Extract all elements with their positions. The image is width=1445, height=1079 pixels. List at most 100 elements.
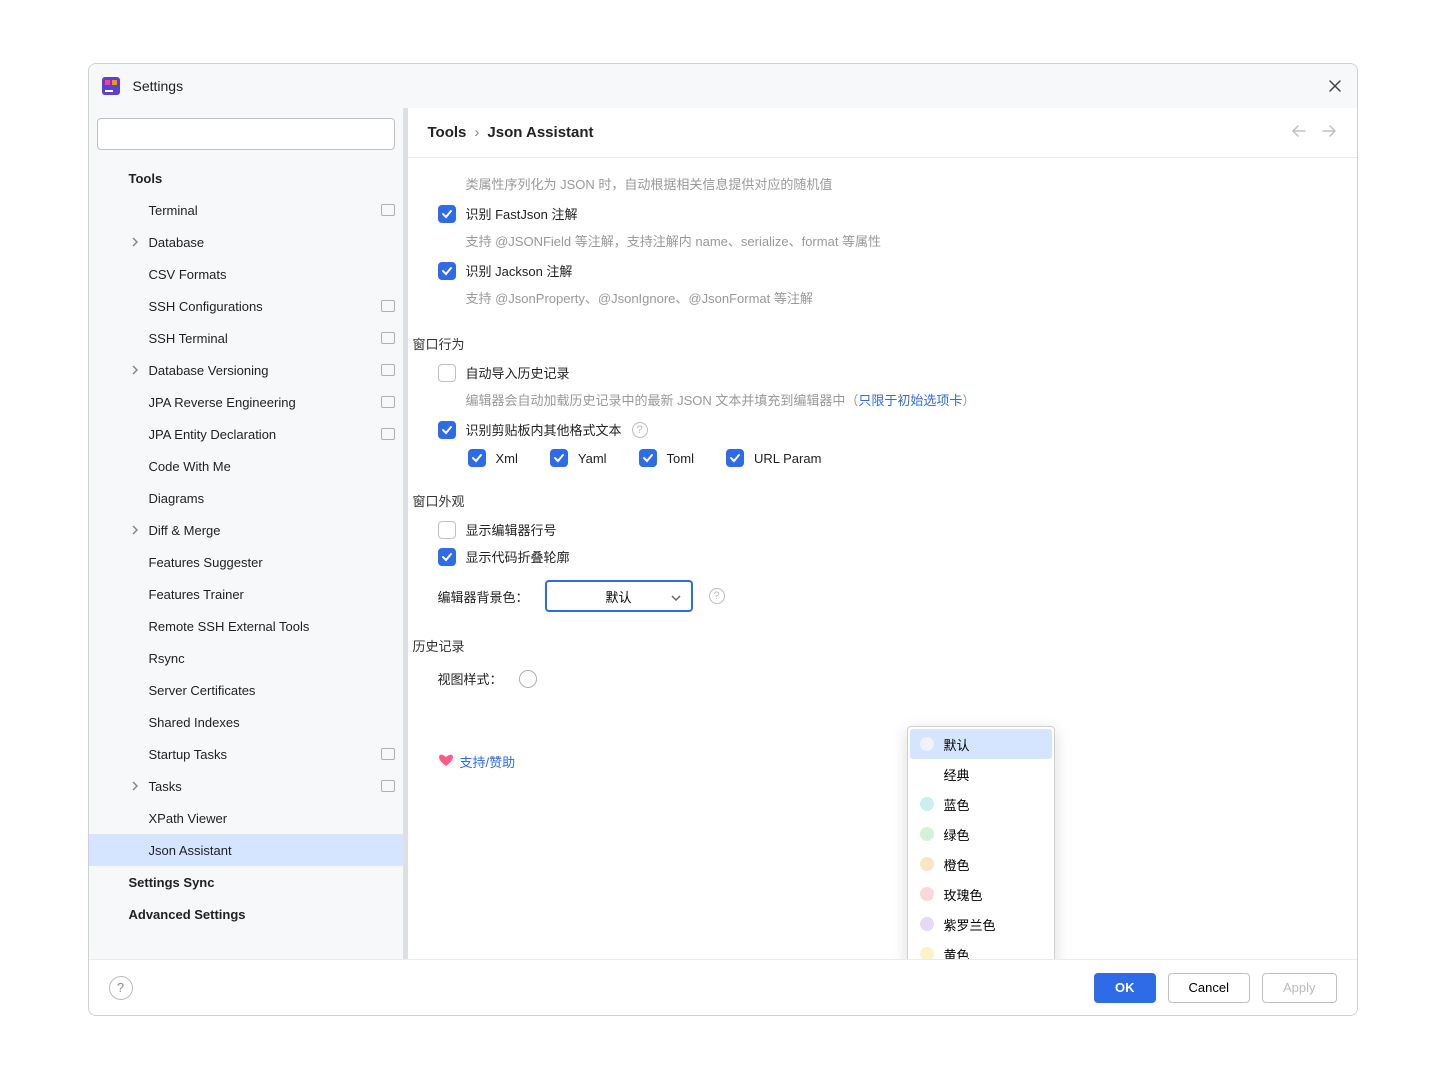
sidebar-item-label: Advanced Settings: [129, 907, 246, 922]
jackson-checkbox[interactable]: [438, 262, 456, 280]
help-icon[interactable]: ?: [709, 588, 725, 604]
sidebar-item-label: Features Trainer: [149, 587, 244, 602]
sidebar-item-database[interactable]: Database: [89, 226, 403, 258]
sidebar-item-label: Settings Sync: [129, 875, 215, 890]
dropdown-item-玫瑰色[interactable]: 玫瑰色: [910, 879, 1052, 909]
sidebar-item-ssh-configurations[interactable]: SSH Configurations: [89, 290, 403, 322]
sidebar-item-label: Diff & Merge: [149, 523, 221, 538]
help-button[interactable]: ?: [109, 976, 133, 1000]
search-input[interactable]: [97, 118, 395, 150]
folding-checkbox[interactable]: [438, 548, 456, 566]
breadcrumb-bar: Tools › Json Assistant: [408, 108, 1357, 158]
sidebar-item-diff-&-merge[interactable]: Diff & Merge: [89, 514, 403, 546]
sidebar-item-label: Startup Tasks: [149, 747, 228, 762]
sidebar-item-diagrams[interactable]: Diagrams: [89, 482, 403, 514]
toml-label: Toml: [667, 451, 694, 466]
close-button[interactable]: [1325, 76, 1345, 96]
dropdown-item-绿色[interactable]: 绿色: [910, 819, 1052, 849]
folding-label: 显示代码折叠轮廓: [466, 547, 570, 566]
fastjson-hint: 支持 @JSONField 等注解，支持注解内 name、serialize、f…: [466, 231, 1327, 253]
sidebar-item-startup-tasks[interactable]: Startup Tasks: [89, 738, 403, 770]
dropdown-item-蓝色[interactable]: 蓝色: [910, 789, 1052, 819]
color-swatch-icon: [920, 947, 934, 959]
apply-button[interactable]: Apply: [1262, 973, 1337, 1003]
breadcrumb-root[interactable]: Tools: [428, 124, 467, 141]
color-swatch-icon: [920, 917, 934, 931]
ok-button[interactable]: OK: [1094, 973, 1156, 1003]
sidebar-item-terminal[interactable]: Terminal: [89, 194, 403, 226]
sidebar-item-features-suggester[interactable]: Features Suggester: [89, 546, 403, 578]
chevron-right-icon: ›: [474, 124, 479, 141]
dropdown-item-label: 经典: [944, 765, 970, 784]
bg-color-select[interactable]: 默认: [545, 580, 693, 612]
sidebar-item-rsync[interactable]: Rsync: [89, 642, 403, 674]
fastjson-checkbox[interactable]: [438, 205, 456, 223]
dialog-footer: ? OK Cancel Apply: [89, 959, 1357, 1015]
xml-checkbox[interactable]: [468, 449, 486, 467]
sidebar-item-label: Json Assistant: [149, 843, 232, 858]
color-swatch-icon: [920, 767, 934, 781]
sidebar-item-settings-sync[interactable]: Settings Sync: [89, 866, 403, 898]
project-badge-icon: [381, 300, 395, 312]
xml-label: Xml: [496, 451, 518, 466]
auto-import-checkbox[interactable]: [438, 364, 456, 382]
section-history-title: 历史记录: [413, 636, 1327, 655]
breadcrumb-leaf: Json Assistant: [487, 124, 593, 141]
sidebar-item-xpath-viewer[interactable]: XPath Viewer: [89, 802, 403, 834]
chevron-right-icon: [131, 235, 139, 250]
dropdown-item-紫罗兰色[interactable]: 紫罗兰色: [910, 909, 1052, 939]
cancel-button[interactable]: Cancel: [1168, 973, 1250, 1003]
clipboard-checkbox[interactable]: [438, 421, 456, 439]
dropdown-item-默认[interactable]: 默认: [910, 729, 1052, 759]
sidebar-item-ssh-terminal[interactable]: SSH Terminal: [89, 322, 403, 354]
settings-tree: ToolsTerminalDatabaseCSV Formats SSH Conf…: [89, 158, 403, 959]
urlparam-label: URL Param: [754, 451, 821, 466]
project-badge-icon: [381, 428, 395, 440]
dropdown-item-经典[interactable]: 经典: [910, 759, 1052, 789]
bg-color-value: 默认: [606, 587, 632, 606]
color-swatch-icon: [920, 857, 934, 871]
hint-text: 类属性序列化为 JSON 时，自动根据相关信息提供对应的随机值: [466, 174, 1327, 196]
sidebar-item-shared-indexes[interactable]: Shared Indexes: [89, 706, 403, 738]
sidebar-item-code-with-me[interactable]: Code With Me: [89, 450, 403, 482]
project-badge-icon: [381, 364, 395, 376]
sidebar-item-tasks[interactable]: Tasks: [89, 770, 403, 802]
sidebar-item-csv-formats[interactable]: CSV Formats: [89, 258, 403, 290]
sidebar-item-label: SSH Configurations: [149, 299, 263, 314]
view-style-radio[interactable]: [519, 670, 537, 688]
sidebar-item-database-versioning[interactable]: Database Versioning: [89, 354, 403, 386]
sidebar-item-label: JPA Entity Declaration: [149, 427, 277, 442]
sidebar-item-tools[interactable]: Tools: [89, 162, 403, 194]
sidebar-item-label: Shared Indexes: [149, 715, 240, 730]
dropdown-item-黄色[interactable]: 黄色: [910, 939, 1052, 959]
support-link[interactable]: 支持/赞助: [438, 752, 1327, 771]
sidebar-item-jpa-reverse-engineering[interactable]: JPA Reverse Engineering: [89, 386, 403, 418]
nav-back-icon[interactable]: [1291, 124, 1307, 141]
project-badge-icon: [381, 396, 395, 408]
sidebar-item-label: Database Versioning: [149, 363, 269, 378]
sidebar-item-features-trainer[interactable]: Features Trainer: [89, 578, 403, 610]
sidebar-item-label: Server Certificates: [149, 683, 256, 698]
chevron-right-icon: [131, 523, 139, 538]
dropdown-item-label: 玫瑰色: [944, 885, 983, 904]
sidebar-item-advanced-settings[interactable]: Advanced Settings: [89, 898, 403, 930]
urlparam-checkbox[interactable]: [726, 449, 744, 467]
auto-import-link[interactable]: 只限于初始选项卡: [858, 393, 962, 408]
sidebar-item-json-assistant[interactable]: Json Assistant: [89, 834, 403, 866]
sidebar-item-label: Rsync: [149, 651, 185, 666]
chevron-down-icon: [671, 589, 681, 604]
sidebar-item-jpa-entity-declaration[interactable]: JPA Entity Declaration: [89, 418, 403, 450]
dropdown-item-label: 紫罗兰色: [944, 915, 996, 934]
yaml-checkbox[interactable]: [550, 449, 568, 467]
sidebar-item-server-certificates[interactable]: Server Certificates: [89, 674, 403, 706]
jackson-label: 识别 Jackson 注解: [466, 261, 573, 280]
color-swatch-icon: [920, 797, 934, 811]
line-numbers-checkbox[interactable]: [438, 521, 456, 539]
toml-checkbox[interactable]: [639, 449, 657, 467]
dropdown-item-橙色[interactable]: 橙色: [910, 849, 1052, 879]
sidebar-item-remote-ssh-external-tools[interactable]: Remote SSH External Tools: [89, 610, 403, 642]
nav-forward-icon[interactable]: [1321, 124, 1337, 141]
auto-import-hint: 编辑器会自动加载历史记录中的最新 JSON 文本并填充到编辑器中（只限于初始选项…: [466, 390, 1327, 412]
dropdown-item-label: 蓝色: [944, 795, 970, 814]
help-icon[interactable]: ?: [632, 422, 648, 438]
